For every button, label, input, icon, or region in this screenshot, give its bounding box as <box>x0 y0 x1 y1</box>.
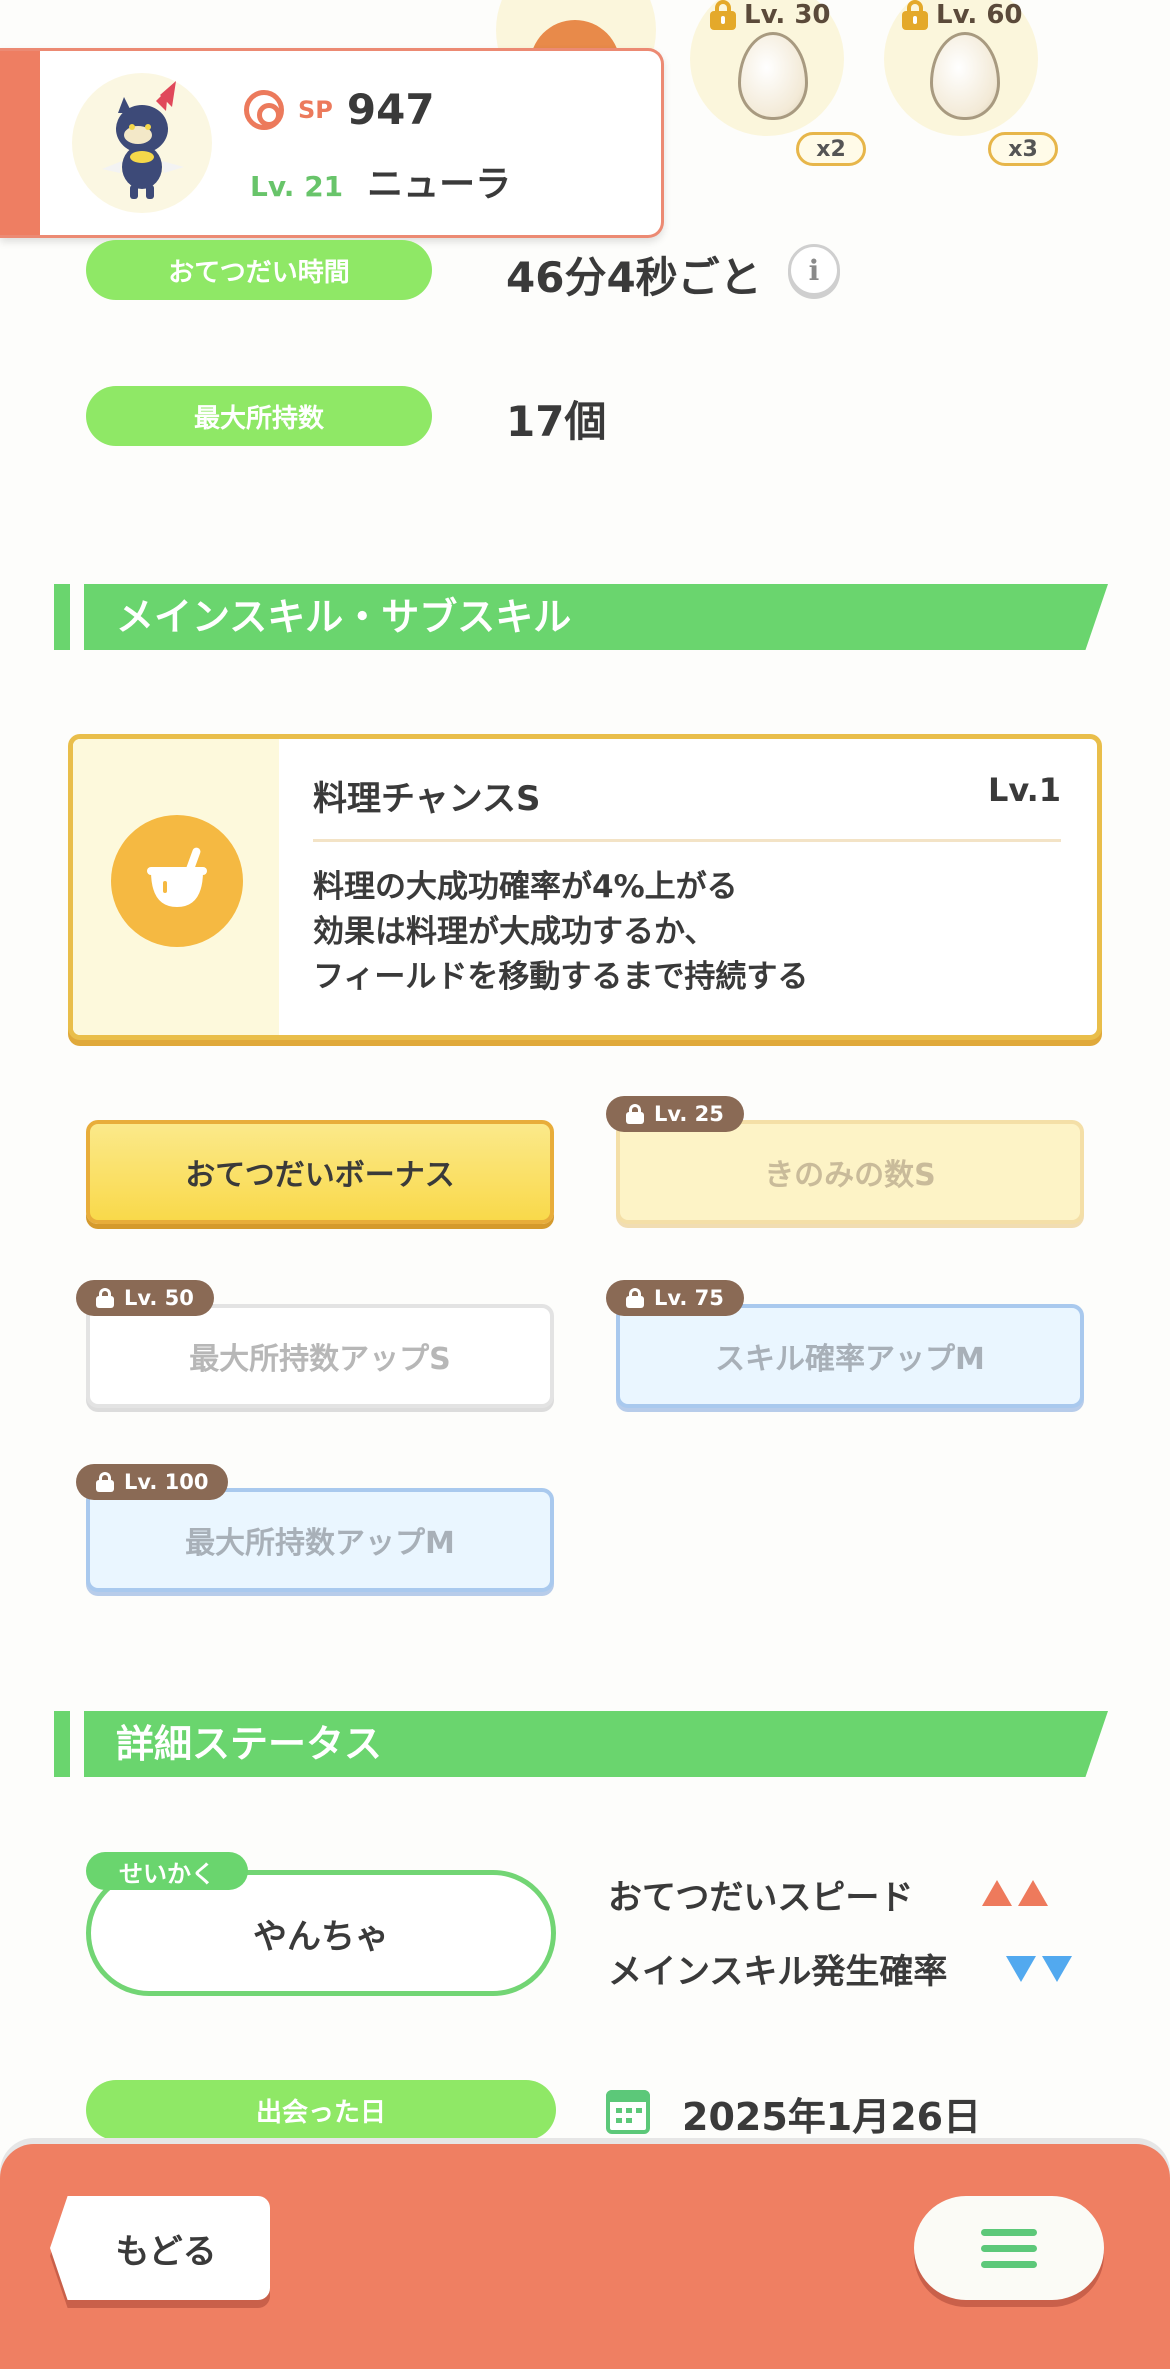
main-skill-level: Lv.1 <box>987 771 1061 809</box>
card-accent-stripe <box>0 51 40 235</box>
triangle-down-icon <box>1042 1956 1072 1982</box>
ingredient-lock-level: Lv. 60 <box>936 0 1023 30</box>
ingredient-multiplier: x2 <box>796 132 866 166</box>
section-title: 詳細ステータス <box>116 1722 383 1766</box>
max-carry-value: 17個 <box>506 397 607 446</box>
lock-icon <box>96 1288 114 1308</box>
trait-up-indicator <box>982 1880 1048 1906</box>
description-line: 効果は料理が大成功するか、 <box>313 914 716 950</box>
pokemon-name: ニューラ <box>367 164 512 205</box>
sub-skill-inventory-up-m[interactable]: 最大所持数アップM <box>86 1488 554 1592</box>
lock-icon <box>626 1288 644 1308</box>
help-time-label: おてつだい時間 <box>86 240 432 300</box>
sub-skill-inventory-up-s[interactable]: 最大所持数アップS <box>86 1304 554 1408</box>
ingredient-lock-lv60: Lv. 60 <box>902 0 1023 30</box>
sub-skill-lock-badge: Lv. 100 <box>76 1464 229 1500</box>
section-title: メインスキル・サブスキル <box>116 595 572 639</box>
strength-points-row: SP 947 <box>244 85 435 134</box>
main-skill-card[interactable]: 料理チャンスS Lv.1 料理の大成功確率が4%上がる 効果は料理が大成功するか… <box>68 734 1102 1040</box>
lock-icon <box>96 1472 114 1492</box>
lock-level: Lv. 100 <box>124 1470 209 1494</box>
cooking-pot-icon <box>111 815 243 947</box>
level-name-row: Lv. 21 ニューラ <box>250 155 511 207</box>
calendar-icon <box>606 2090 650 2134</box>
description-line: 料理の大成功確率が4%上がる <box>313 869 738 905</box>
lock-level: Lv. 50 <box>124 1286 194 1310</box>
hamburger-icon-line <box>981 2228 1037 2236</box>
hamburger-icon-line <box>981 2260 1037 2268</box>
trait-down-indicator <box>1006 1956 1072 1982</box>
ingredient-lock-lv30: Lv. 30 <box>710 0 831 30</box>
ingredient-multiplier: x3 <box>988 132 1058 166</box>
section-bar <box>54 1711 70 1777</box>
trait-down-label: メインスキル発生確率 <box>608 1952 948 1992</box>
main-skill-name: 料理チャンスS <box>313 779 541 819</box>
met-date-label: 出会った日 <box>86 2080 556 2140</box>
nature-tag: せいかく <box>86 1852 248 1890</box>
trait-up-label: おてつだいスピード <box>608 1878 914 1918</box>
main-skill-description: 料理の大成功確率が4%上がる 効果は料理が大成功するか、 フィールドを移動するま… <box>313 865 808 1000</box>
sub-skill-helping-bonus[interactable]: おてつだいボーナス <box>86 1120 554 1224</box>
pokemon-header-card: SP 947 Lv. 21 ニューラ <box>0 48 664 238</box>
info-icon[interactable]: i <box>788 244 840 296</box>
sneasel-sprite <box>102 81 184 199</box>
pokeball-icon <box>244 89 284 130</box>
triangle-down-icon <box>1006 1956 1036 1982</box>
details-section-header: 詳細ステータス <box>54 1711 1108 1777</box>
ingredient-lock-level: Lv. 30 <box>744 0 831 30</box>
triangle-up-icon <box>982 1880 1012 1906</box>
divider <box>313 839 1061 842</box>
section-bar <box>54 584 70 650</box>
sub-skill-berry-finding-s[interactable]: きのみの数S <box>616 1120 1084 1224</box>
lock-icon <box>710 0 736 30</box>
lock-icon <box>902 0 928 30</box>
max-carry-label: 最大所持数 <box>86 386 432 446</box>
help-time-value: 46分4秒ごと <box>506 253 762 302</box>
lock-icon <box>626 1104 644 1124</box>
sub-skill-lock-badge: Lv. 25 <box>606 1096 744 1132</box>
pokemon-avatar <box>72 73 212 213</box>
met-date-value: 2025年1月26日 <box>682 2095 982 2139</box>
skills-section-header: メインスキル・サブスキル <box>54 584 1108 650</box>
sub-skill-trigger-up-m[interactable]: スキル確率アップM <box>616 1304 1084 1408</box>
pokemon-level: Lv. 21 <box>250 170 344 203</box>
triangle-up-icon <box>1018 1880 1048 1906</box>
back-button[interactable]: もどる <box>50 2196 270 2300</box>
lock-level: Lv. 25 <box>654 1102 724 1126</box>
menu-button[interactable] <box>914 2196 1104 2300</box>
sp-label: SP <box>298 95 333 124</box>
description-line: フィールドを移動するまで持続する <box>313 959 809 995</box>
hamburger-icon-line <box>981 2244 1037 2252</box>
sp-value: 947 <box>346 85 435 134</box>
sub-skill-lock-badge: Lv. 75 <box>606 1280 744 1316</box>
lock-level: Lv. 75 <box>654 1286 724 1310</box>
sub-skill-lock-badge: Lv. 50 <box>76 1280 214 1316</box>
